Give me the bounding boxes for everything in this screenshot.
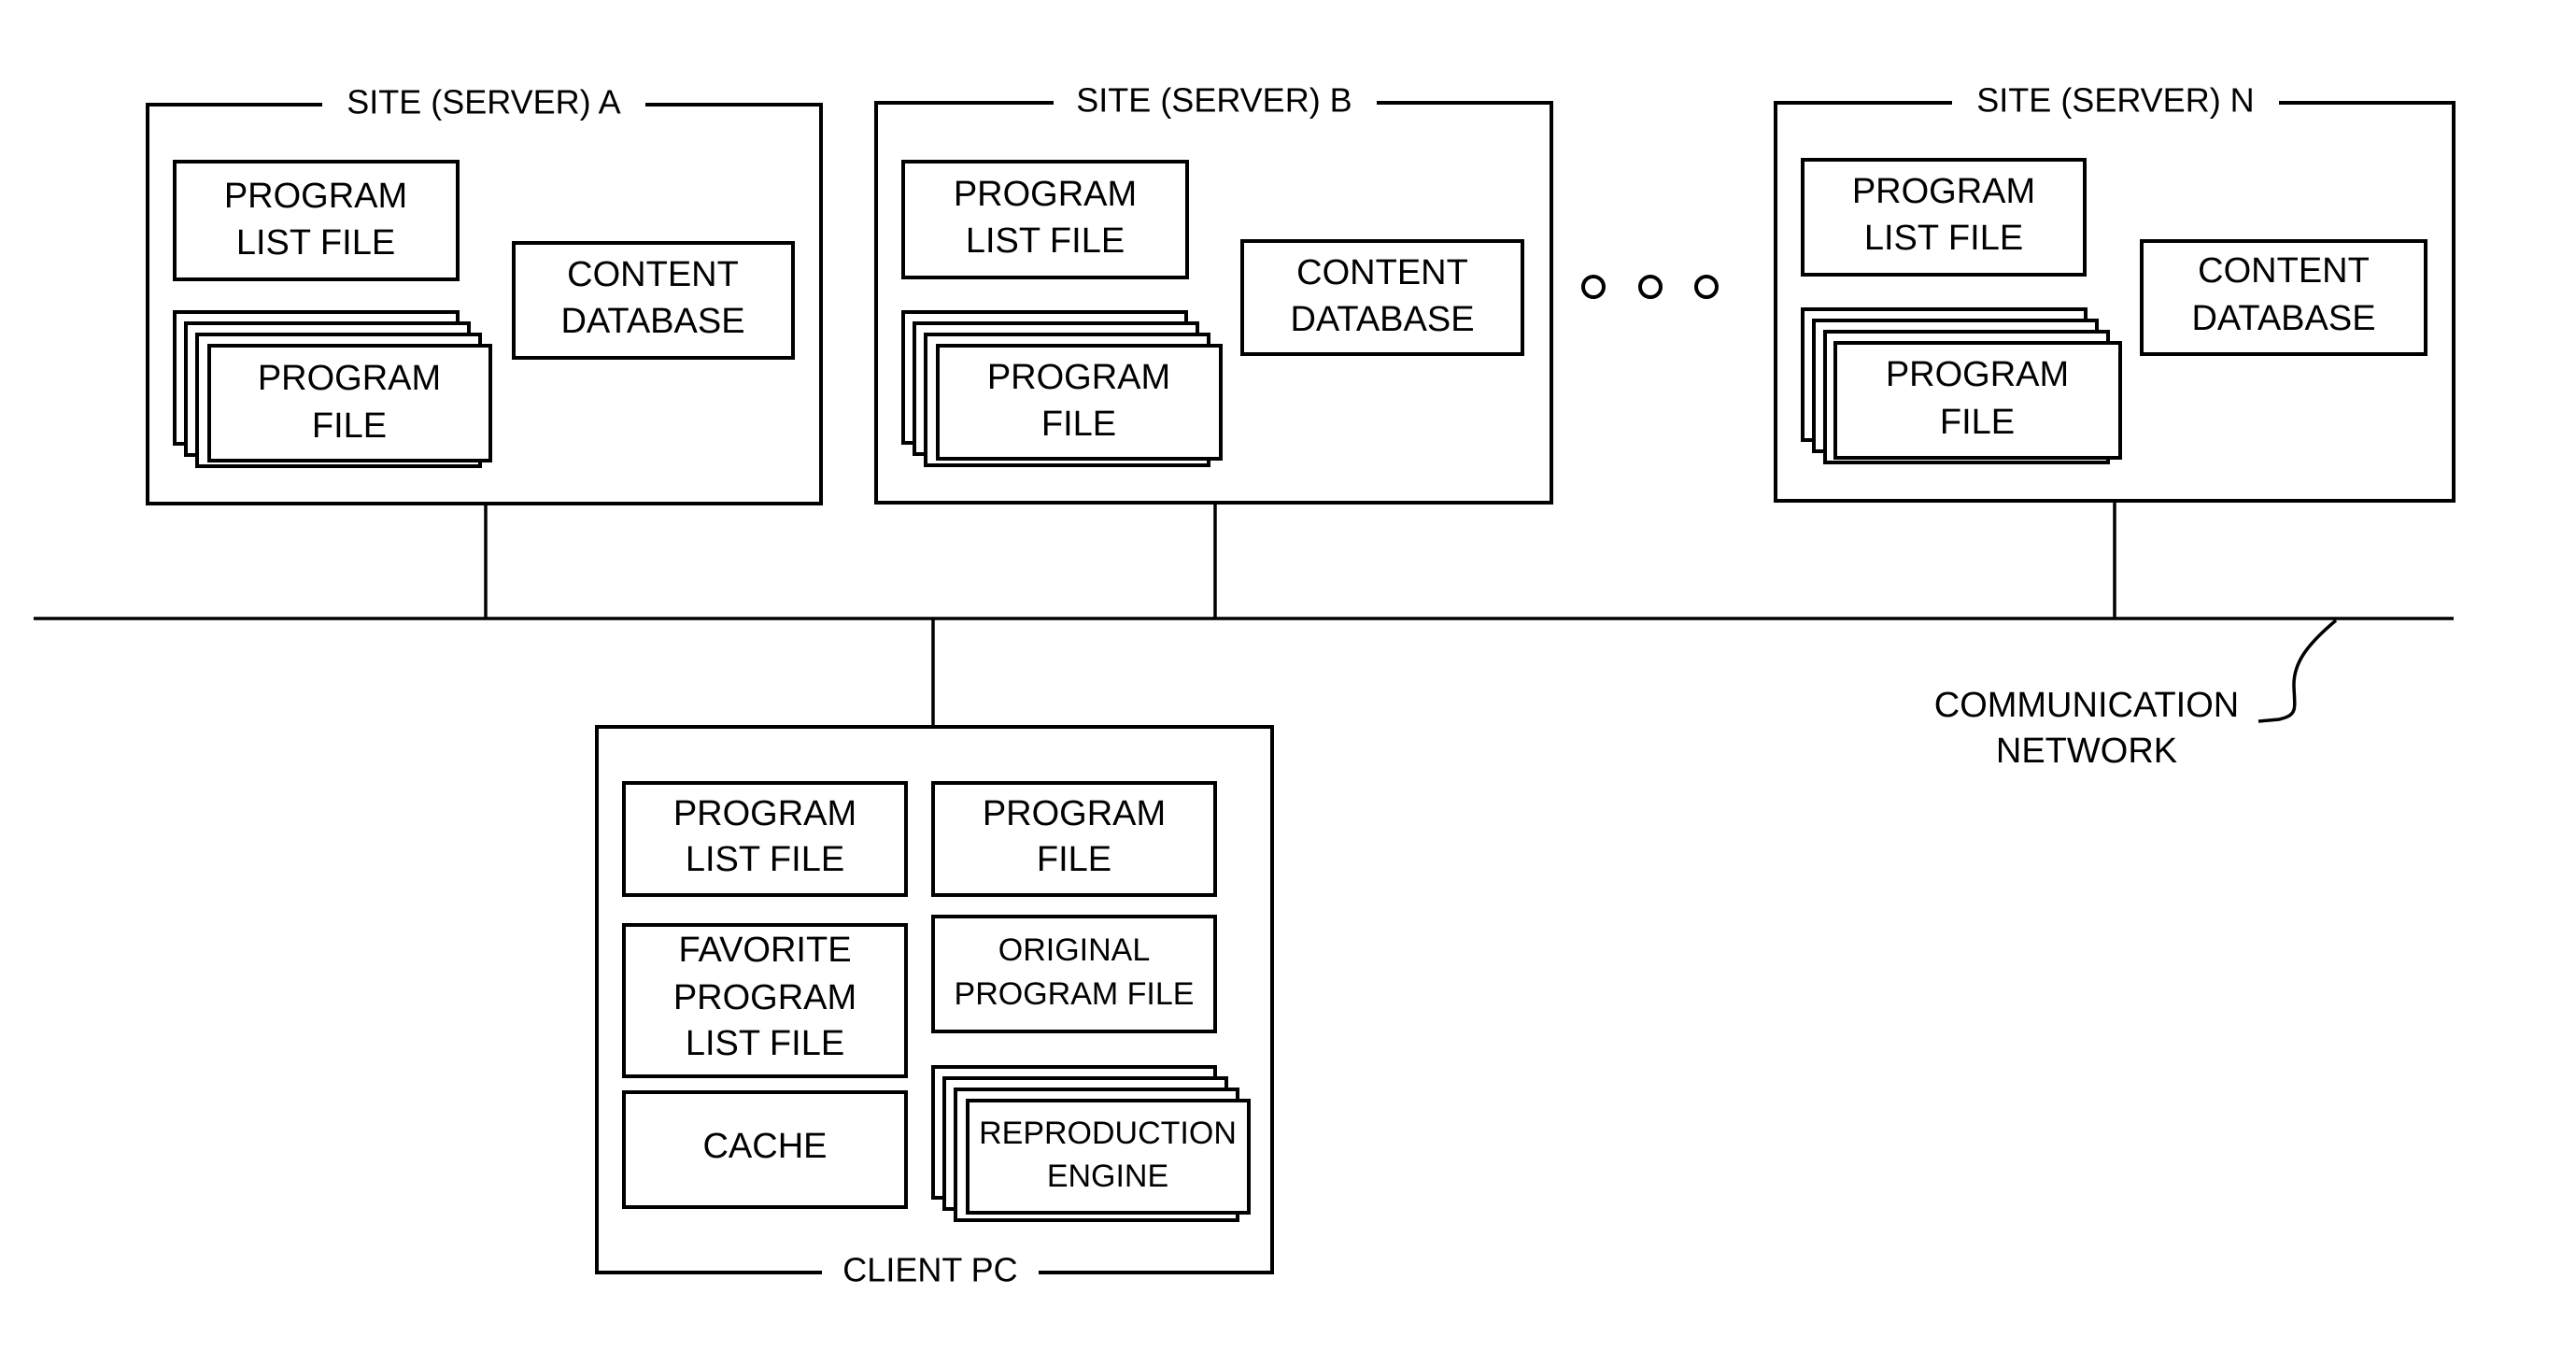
network-label-line1: COMMUNICATION bbox=[1934, 686, 2240, 725]
box-label: LIST FILE bbox=[966, 221, 1125, 261]
site-b-title: SITE (SERVER) B bbox=[1076, 81, 1352, 120]
network-brace bbox=[2258, 619, 2338, 723]
box-label: LIST FILE bbox=[686, 1024, 844, 1063]
box-label: LIST FILE bbox=[1864, 219, 2023, 258]
ellipsis-dot bbox=[1638, 275, 1663, 299]
ellipsis-dot bbox=[1581, 275, 1606, 299]
client-program-file: PROGRAM FILE bbox=[931, 781, 1217, 897]
box-label: PROGRAM bbox=[673, 978, 856, 1017]
ellipsis-icon bbox=[1581, 275, 1719, 299]
client-cache: CACHE bbox=[622, 1090, 908, 1209]
site-b: SITE (SERVER) B PROGRAM LIST FILE CONTEN… bbox=[874, 81, 1553, 505]
client-pc-title: CLIENT PC bbox=[842, 1251, 1017, 1289]
box-label: ENGINE bbox=[1047, 1159, 1168, 1194]
box-label: PROGRAM bbox=[673, 794, 856, 833]
ellipsis-dot bbox=[1694, 275, 1719, 299]
box-label: FILE bbox=[312, 406, 387, 446]
box-label: PROGRAM bbox=[954, 175, 1137, 214]
site-a-program-file-stack: PROGRAM FILE bbox=[173, 310, 492, 468]
box-label: PROGRAM FILE bbox=[955, 976, 1195, 1012]
client-pc: CLIENT PC PROGRAM LIST FILE PROGRAM FILE… bbox=[595, 725, 1274, 1291]
site-a-title: SITE (SERVER) A bbox=[347, 83, 620, 121]
box-label: PROGRAM bbox=[1852, 172, 2035, 211]
box-label: FILE bbox=[1940, 403, 2015, 442]
box-label: CONTENT bbox=[2198, 251, 2370, 291]
site-n-title: SITE (SERVER) N bbox=[1976, 81, 2254, 120]
box-label: CONTENT bbox=[1296, 253, 1468, 292]
client-original-program-file: ORIGINAL PROGRAM FILE bbox=[931, 915, 1217, 1033]
box-label: LIST FILE bbox=[686, 840, 844, 879]
box-label: FAVORITE bbox=[678, 931, 851, 970]
site-n-program-list-file: PROGRAM LIST FILE bbox=[1801, 158, 2087, 277]
site-n: SITE (SERVER) N PROGRAM LIST FILE CONTEN… bbox=[1774, 81, 2456, 503]
site-n-program-file-stack: PROGRAM FILE bbox=[1801, 307, 2122, 464]
box-label: REPRODUCTION bbox=[979, 1116, 1237, 1151]
site-a-content-database: CONTENT DATABASE bbox=[512, 241, 795, 360]
site-b-program-file-stack: PROGRAM FILE bbox=[901, 310, 1223, 467]
box-label: LIST FILE bbox=[236, 223, 395, 263]
site-n-content-database: CONTENT DATABASE bbox=[2140, 239, 2427, 356]
box-label: FILE bbox=[1037, 840, 1111, 879]
box-label: PROGRAM bbox=[987, 358, 1170, 397]
box-label: ORIGINAL bbox=[998, 932, 1150, 968]
box-label: DATABASE bbox=[2191, 299, 2375, 338]
client-reproduction-engine-stack: REPRODUCTION ENGINE bbox=[931, 1065, 1251, 1222]
box-label: FILE bbox=[1041, 405, 1116, 444]
box-label: PROGRAM bbox=[258, 359, 441, 398]
box-label: CONTENT bbox=[567, 255, 739, 294]
box-label: PROGRAM bbox=[224, 177, 407, 216]
box-label: DATABASE bbox=[560, 302, 744, 341]
box-label: CACHE bbox=[702, 1127, 827, 1166]
site-a-program-list-file: PROGRAM LIST FILE bbox=[173, 160, 460, 281]
system-diagram: COMMUNICATION NETWORK SITE (SERVER) A PR… bbox=[34, 81, 2456, 1291]
site-a: SITE (SERVER) A PROGRAM LIST FILE CONTEN… bbox=[146, 83, 823, 505]
network-label-line2: NETWORK bbox=[1996, 732, 2177, 771]
site-b-program-list-file: PROGRAM LIST FILE bbox=[901, 160, 1189, 279]
box-label: PROGRAM bbox=[983, 794, 1166, 833]
box-label: PROGRAM bbox=[1886, 355, 2069, 394]
client-favorite-program-list-file: FAVORITE PROGRAM LIST FILE bbox=[622, 923, 908, 1078]
client-program-list-file: PROGRAM LIST FILE bbox=[622, 781, 908, 897]
box-label: DATABASE bbox=[1290, 300, 1474, 339]
site-b-content-database: CONTENT DATABASE bbox=[1240, 239, 1524, 356]
